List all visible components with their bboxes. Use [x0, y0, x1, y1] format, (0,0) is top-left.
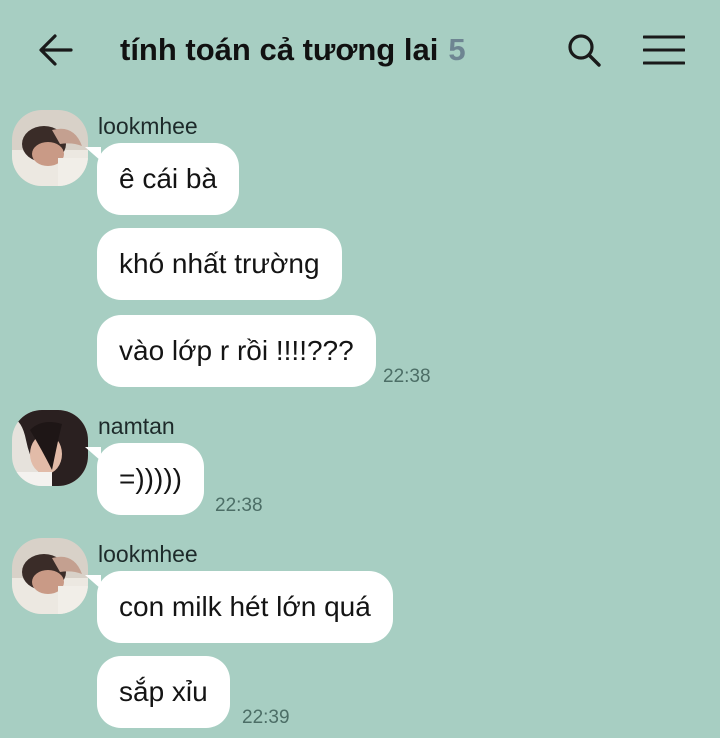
chat-header: tính toán cả tương lai 5 [0, 0, 720, 100]
message-timestamp: 22:38 [215, 495, 263, 516]
avatar-namtan[interactable] [12, 410, 88, 486]
avatar-lookmhee[interactable] [12, 538, 88, 614]
avatar-photo [12, 538, 88, 614]
message-bubble[interactable]: sắp xỉu [97, 656, 230, 728]
sender-name: lookmhee [98, 541, 198, 567]
sender-name: namtan [98, 413, 175, 439]
message-bubble[interactable]: con milk hét lớn quá [85, 571, 393, 643]
search-icon [568, 34, 601, 67]
avatar-photo [12, 410, 88, 486]
chat-title-group[interactable]: tính toán cả tương lai 5 [120, 28, 466, 72]
message-bubble[interactable]: vào lớp r rồi !!!!??? [97, 315, 376, 387]
message-text: khó nhất trường [119, 248, 320, 279]
search-button[interactable] [562, 28, 606, 72]
back-button[interactable] [34, 28, 78, 72]
message-bubble[interactable]: =))))) [85, 443, 204, 515]
message-text: =))))) [119, 463, 182, 494]
message-text: vào lớp r rồi !!!!??? [119, 335, 354, 366]
chat-title: tính toán cả tương lai [120, 32, 439, 67]
menu-button[interactable] [640, 28, 688, 72]
avatar-photo [12, 110, 88, 186]
sender-name: lookmhee [98, 113, 198, 139]
message-text: ê cái bà [119, 163, 218, 194]
message-bubble[interactable]: ê cái bà [84, 143, 240, 215]
avatar-lookmhee[interactable] [12, 110, 88, 186]
member-count: 5 [448, 32, 466, 67]
message-text: con milk hét lớn quá [119, 591, 371, 622]
message-text: sắp xỉu [119, 676, 208, 707]
arrow-left-icon [39, 34, 73, 66]
message-timestamp: 22:38 [383, 366, 431, 387]
message-timestamp: 22:39 [242, 707, 290, 728]
hamburger-menu-icon [643, 35, 685, 65]
message-bubble[interactable]: khó nhất trường [97, 228, 342, 300]
